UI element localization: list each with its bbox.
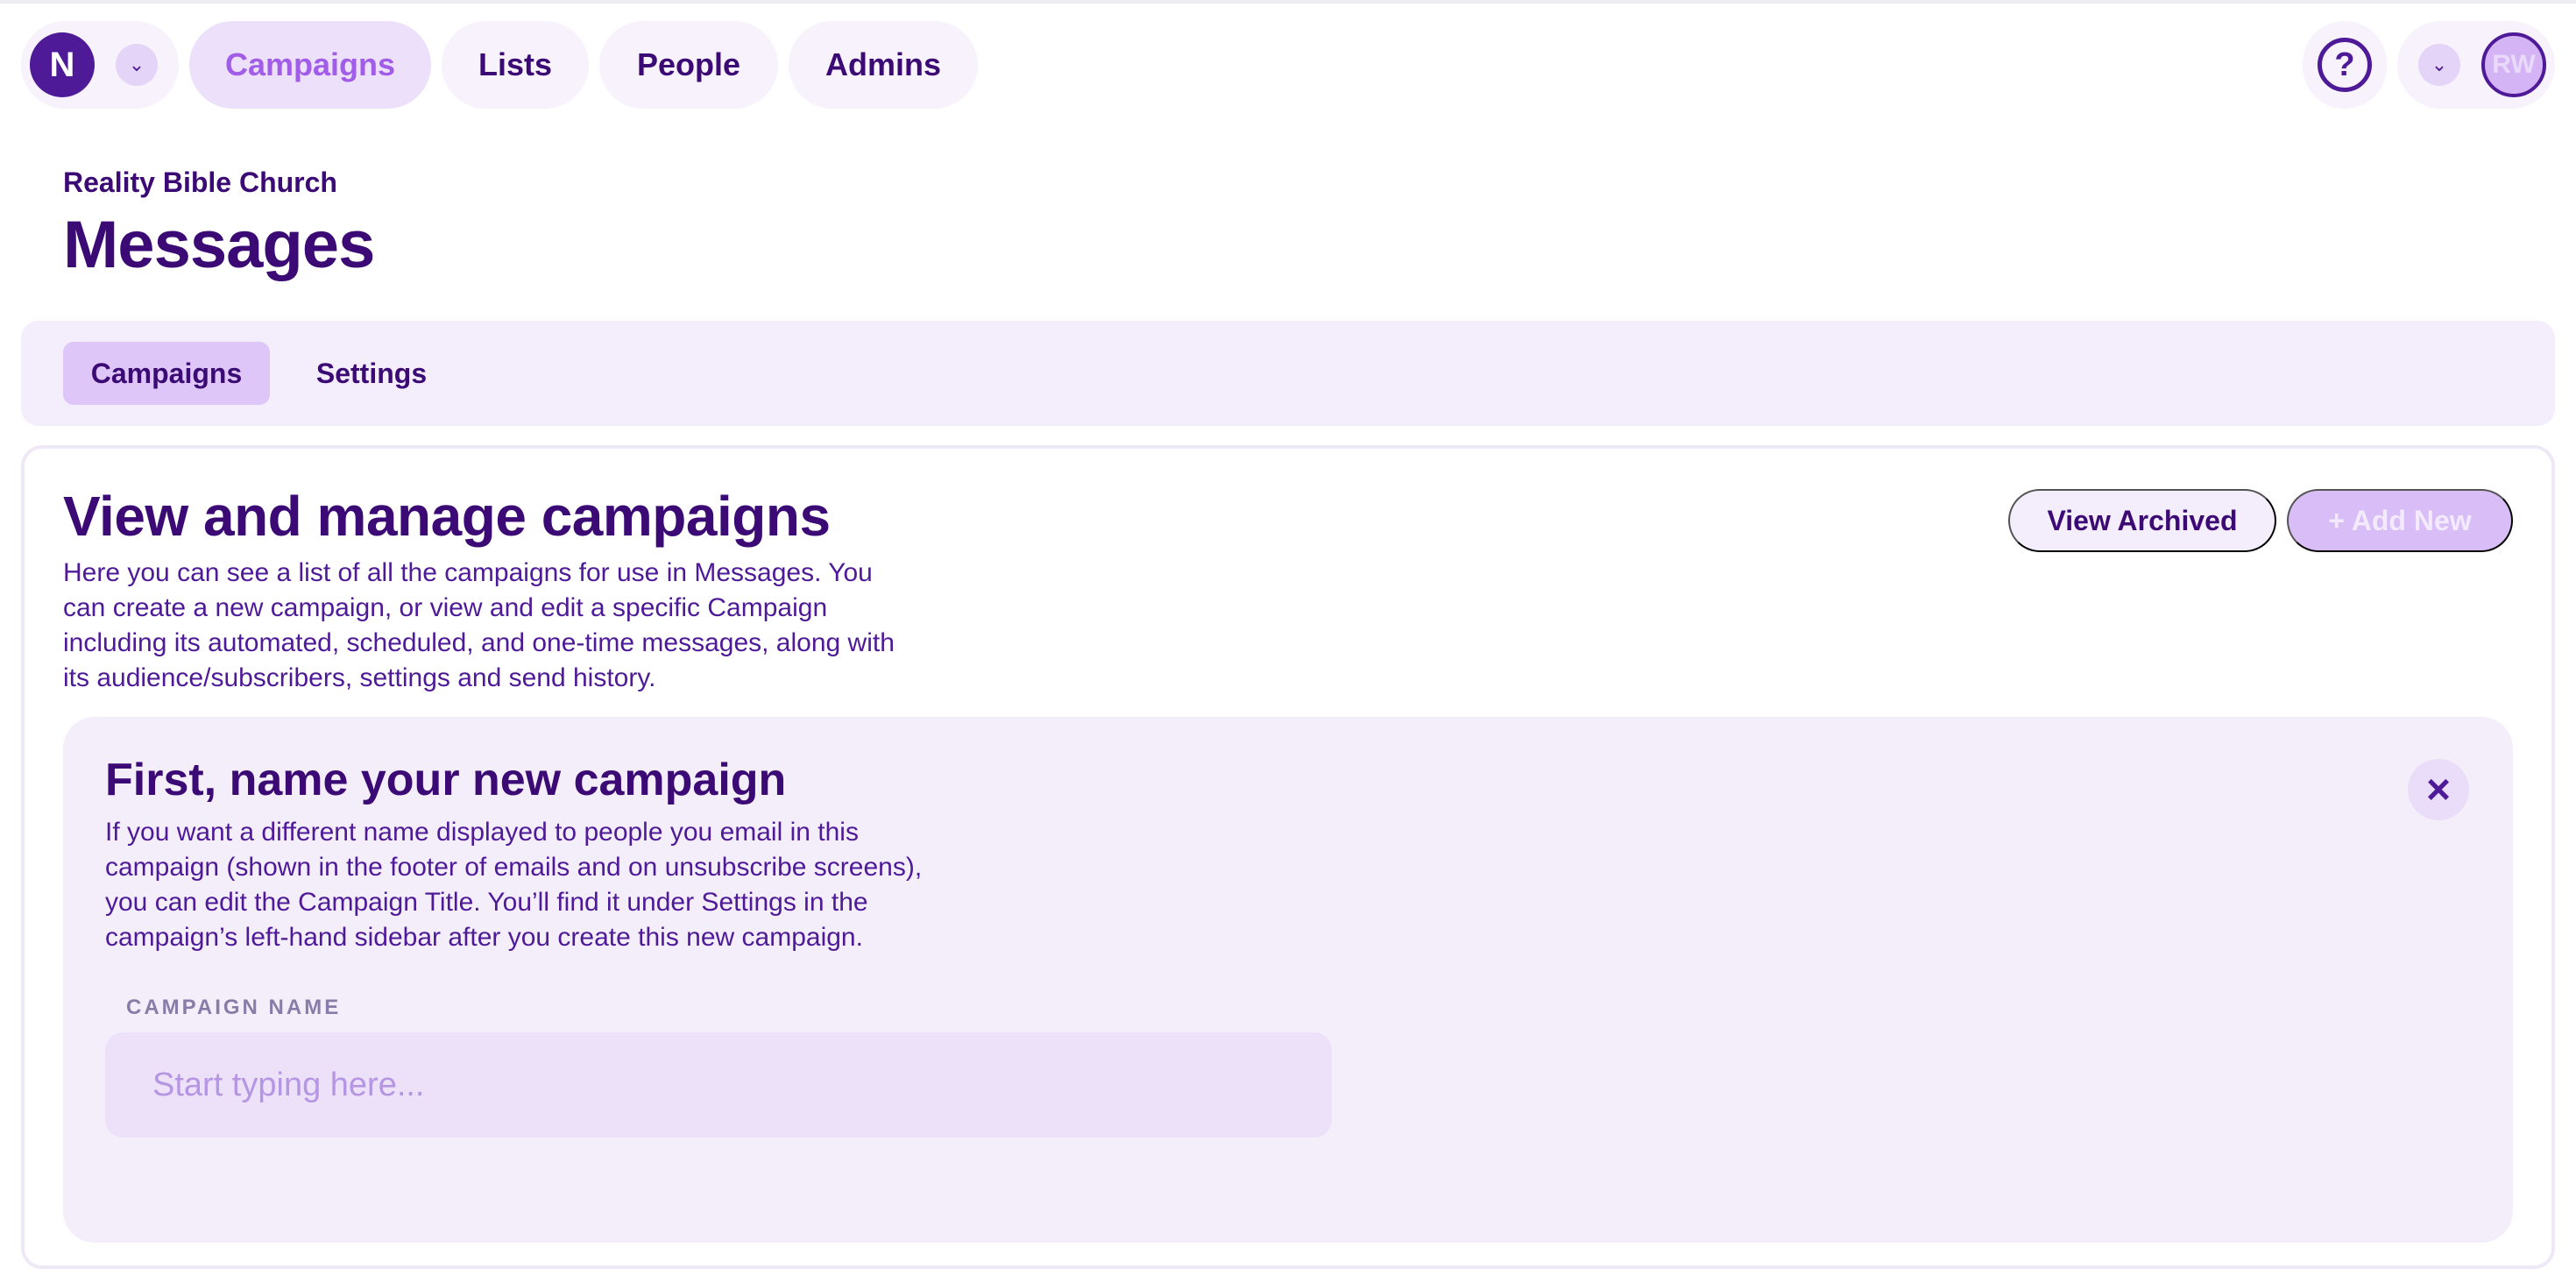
nav-item-campaigns[interactable]: Campaigns — [189, 21, 431, 109]
new-campaign-title: First, name your new campaign — [105, 755, 787, 805]
tabs-bar: Campaigns Settings — [21, 321, 2555, 426]
new-campaign-description: If you want a different name displayed t… — [105, 818, 923, 952]
brand-switcher[interactable]: N ⌄ — [21, 21, 179, 109]
campaign-name-input[interactable] — [105, 1032, 1332, 1138]
add-new-button[interactable]: + Add New — [2287, 489, 2513, 552]
tab-settings[interactable]: Settings — [284, 342, 459, 405]
help-button[interactable]: ? — [2303, 21, 2387, 109]
help-icon: ? — [2318, 38, 2372, 92]
page-title: Messages — [63, 208, 375, 282]
nav-item-lists[interactable]: Lists — [442, 21, 589, 109]
brand-logo[interactable]: N — [30, 32, 95, 97]
chevron-down-icon[interactable]: ⌄ — [116, 44, 158, 86]
top-navigation: N ⌄ Campaigns Lists People Admins ? ⌄ RW — [0, 0, 2576, 130]
section-description: Here you can see a list of all the campa… — [63, 558, 895, 692]
campaign-name-label: CAMPAIGN NAME — [126, 996, 342, 1019]
organization-name: Reality Bible Church — [63, 167, 337, 198]
tab-campaigns[interactable]: Campaigns — [63, 342, 270, 405]
section-title: View and manage campaigns — [63, 485, 831, 548]
user-menu[interactable]: ⌄ RW — [2397, 21, 2555, 109]
chevron-down-icon[interactable]: ⌄ — [2418, 44, 2460, 86]
avatar[interactable]: RW — [2481, 32, 2546, 97]
nav-item-people[interactable]: People — [599, 21, 778, 109]
nav-item-admins[interactable]: Admins — [789, 21, 978, 109]
view-archived-button[interactable]: View Archived — [2008, 489, 2276, 552]
close-icon[interactable]: × — [2408, 759, 2469, 820]
